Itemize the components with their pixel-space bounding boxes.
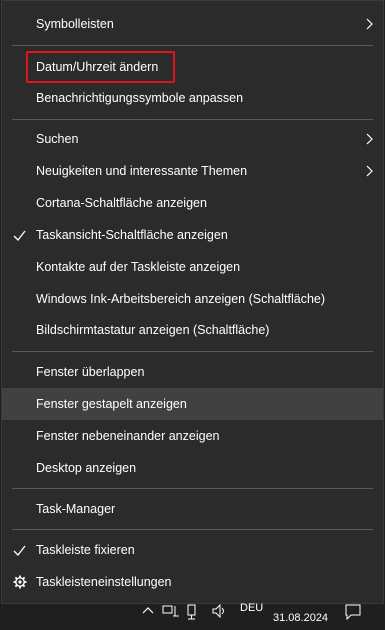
notification-icon[interactable] xyxy=(344,604,362,620)
menu-item-label: Taskleisteneinstellungen xyxy=(36,575,172,589)
menu-item-lock-taskbar[interactable]: Taskleiste fixieren xyxy=(2,534,383,566)
clock-date[interactable]: 31.08.2024 xyxy=(273,612,328,624)
chevron-right-icon xyxy=(366,133,373,145)
pen-icon[interactable] xyxy=(186,604,202,620)
menu-item-label: Neuigkeiten und interessante Themen xyxy=(36,164,248,178)
taskbar-context-menu: Symbolleisten Datum/Uhrzeit ändern Benac… xyxy=(1,0,384,604)
chevron-right-icon xyxy=(366,18,373,30)
gear-icon xyxy=(13,575,27,589)
menu-item-label: Symbolleisten xyxy=(36,17,114,31)
menu-divider xyxy=(12,529,373,530)
menu-item-adjust-datetime[interactable]: Datum/Uhrzeit ändern xyxy=(2,51,383,83)
menu-item-label: Kontakte auf der Taskleiste anzeigen xyxy=(36,260,241,274)
menu-divider xyxy=(12,488,373,489)
menu-item-label: Datum/Uhrzeit ändern xyxy=(36,60,159,74)
menu-item-ink-workspace[interactable]: Windows Ink-Arbeitsbereich anzeigen (Sch… xyxy=(2,283,383,315)
checkmark-icon xyxy=(13,545,26,556)
chevron-up-icon[interactable] xyxy=(142,605,154,615)
menu-item-search[interactable]: Suchen xyxy=(2,123,383,155)
menu-item-contacts[interactable]: Kontakte auf der Taskleiste anzeigen xyxy=(2,251,383,283)
menu-item-cascade[interactable]: Fenster überlappen xyxy=(2,356,383,388)
menu-item-news-interests[interactable]: Neuigkeiten und interessante Themen xyxy=(2,155,383,187)
menu-divider xyxy=(12,45,373,46)
menu-item-show-desktop[interactable]: Desktop anzeigen xyxy=(2,452,383,484)
network-icon[interactable] xyxy=(162,604,180,618)
menu-item-label: Windows Ink-Arbeitsbereich anzeigen (Sch… xyxy=(36,292,326,306)
chevron-right-icon xyxy=(366,165,373,177)
menu-item-label: Suchen xyxy=(36,132,79,146)
menu-item-label: Fenster nebeneinander anzeigen xyxy=(36,429,220,443)
menu-divider xyxy=(12,119,373,120)
menu-item-label: Taskansicht-Schaltfläche anzeigen xyxy=(36,228,228,242)
menu-item-notification-icons[interactable]: Benachrichtigungssymbole anpassen xyxy=(2,82,383,114)
language-indicator[interactable]: DEU xyxy=(240,602,263,614)
menu-item-cortana-button[interactable]: Cortana-Schaltfläche anzeigen xyxy=(2,187,383,219)
menu-item-label: Fenster gestapelt anzeigen xyxy=(36,397,187,411)
menu-item-label: Benachrichtigungssymbole anpassen xyxy=(36,91,244,105)
taskbar-tray: DEU 31.08.2024 xyxy=(0,602,385,630)
menu-item-task-manager[interactable]: Task-Manager xyxy=(2,493,383,525)
menu-item-label: Cortana-Schaltfläche anzeigen xyxy=(36,196,207,210)
menu-item-label: Fenster überlappen xyxy=(36,365,145,379)
menu-item-label: Task-Manager xyxy=(36,502,116,516)
menu-divider xyxy=(12,351,373,352)
menu-item-label: Bildschirmtastatur anzeigen (Schaltfläch… xyxy=(36,323,270,337)
menu-item-stacked[interactable]: Fenster gestapelt anzeigen xyxy=(2,388,383,420)
menu-item-task-view-button[interactable]: Taskansicht-Schaltfläche anzeigen xyxy=(2,219,383,251)
menu-item-label: Taskleiste fixieren xyxy=(36,543,135,557)
checkmark-icon xyxy=(13,230,26,241)
menu-item-label: Desktop anzeigen xyxy=(36,461,137,475)
speaker-icon[interactable] xyxy=(212,604,228,618)
menu-item-side-by-side[interactable]: Fenster nebeneinander anzeigen xyxy=(2,420,383,452)
menu-item-touch-keyboard[interactable]: Bildschirmtastatur anzeigen (Schaltfläch… xyxy=(2,314,383,346)
menu-item-taskbar-settings[interactable]: Taskleisteneinstellungen xyxy=(2,566,383,598)
menu-item-toolbars[interactable]: Symbolleisten xyxy=(2,8,383,40)
